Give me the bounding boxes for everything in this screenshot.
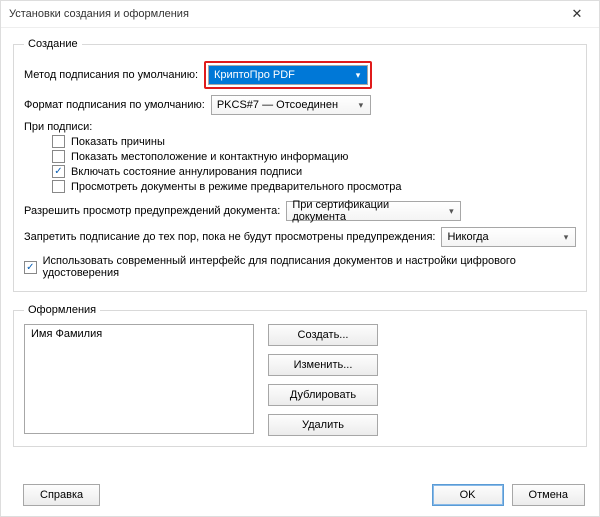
label-prevent-signing: Запретить подписание до тех пор, пока не…	[24, 231, 435, 243]
label-preview-docs: Просмотреть документы в режиме предварит…	[71, 181, 402, 193]
select-allow-warnings-value: При сертификации документа	[292, 199, 444, 223]
label-modern-ui: Использовать современный интерфейс для п…	[43, 255, 576, 279]
label-show-location: Показать местоположение и контактную инф…	[71, 151, 348, 163]
checkbox-show-reasons[interactable]	[52, 135, 65, 148]
label-allow-warnings: Разрешить просмотр предупреждений докуме…	[24, 205, 280, 217]
list-item[interactable]: Имя Фамилия	[29, 327, 249, 341]
group-appearance: Оформления Имя Фамилия Создать... Измени…	[13, 304, 587, 447]
label-show-reasons: Показать причины	[71, 136, 165, 148]
create-button[interactable]: Создать...	[268, 324, 378, 346]
dialog-window: Установки создания и оформления ✕ Создан…	[0, 0, 600, 517]
ok-button[interactable]: OK	[432, 484, 504, 506]
select-prevent-signing-value: Никогда	[447, 231, 488, 243]
appearance-listbox[interactable]: Имя Фамилия	[24, 324, 254, 434]
select-default-sign-method-value: КриптоПро PDF	[214, 69, 295, 81]
delete-button[interactable]: Удалить	[268, 414, 378, 436]
close-icon[interactable]: ✕	[559, 2, 595, 26]
select-prevent-signing[interactable]: Никогда ▾	[441, 227, 576, 247]
checkbox-modern-ui[interactable]: ✓	[24, 261, 37, 274]
group-creation-legend: Создание	[24, 38, 82, 50]
titlebar: Установки создания и оформления ✕	[1, 1, 599, 28]
chevron-down-icon: ▾	[351, 70, 365, 81]
appearance-button-column: Создать... Изменить... Дублировать Удали…	[268, 324, 378, 436]
help-button[interactable]: Справка	[23, 484, 100, 506]
label-when-signing: При подписи:	[24, 121, 576, 133]
chevron-down-icon: ▾	[444, 206, 458, 217]
select-allow-warnings[interactable]: При сертификации документа ▾	[286, 201, 461, 221]
group-appearance-legend: Оформления	[24, 304, 100, 316]
group-creation: Создание Метод подписания по умолчанию: …	[13, 38, 587, 292]
checkbox-show-location[interactable]	[52, 150, 65, 163]
chevron-down-icon: ▾	[559, 232, 573, 243]
highlight-default-sign-method: КриптоПро PDF ▾	[204, 61, 372, 89]
dialog-footer: Справка OK Отмена	[1, 480, 599, 516]
checkbox-preview-docs[interactable]	[52, 180, 65, 193]
label-default-sign-format: Формат подписания по умолчанию:	[24, 99, 205, 111]
select-default-sign-format-value: PKCS#7 — Отсоединен	[217, 99, 338, 111]
duplicate-button[interactable]: Дублировать	[268, 384, 378, 406]
select-default-sign-method[interactable]: КриптоПро PDF ▾	[208, 65, 368, 85]
content-area: Создание Метод подписания по умолчанию: …	[1, 28, 599, 480]
checkbox-include-revocation[interactable]: ✓	[52, 165, 65, 178]
label-default-sign-method: Метод подписания по умолчанию:	[24, 69, 198, 81]
window-title: Установки создания и оформления	[9, 8, 189, 20]
edit-button[interactable]: Изменить...	[268, 354, 378, 376]
cancel-button[interactable]: Отмена	[512, 484, 585, 506]
chevron-down-icon: ▾	[354, 100, 368, 111]
label-include-revocation: Включать состояние аннулирования подписи	[71, 166, 302, 178]
select-default-sign-format[interactable]: PKCS#7 — Отсоединен ▾	[211, 95, 371, 115]
